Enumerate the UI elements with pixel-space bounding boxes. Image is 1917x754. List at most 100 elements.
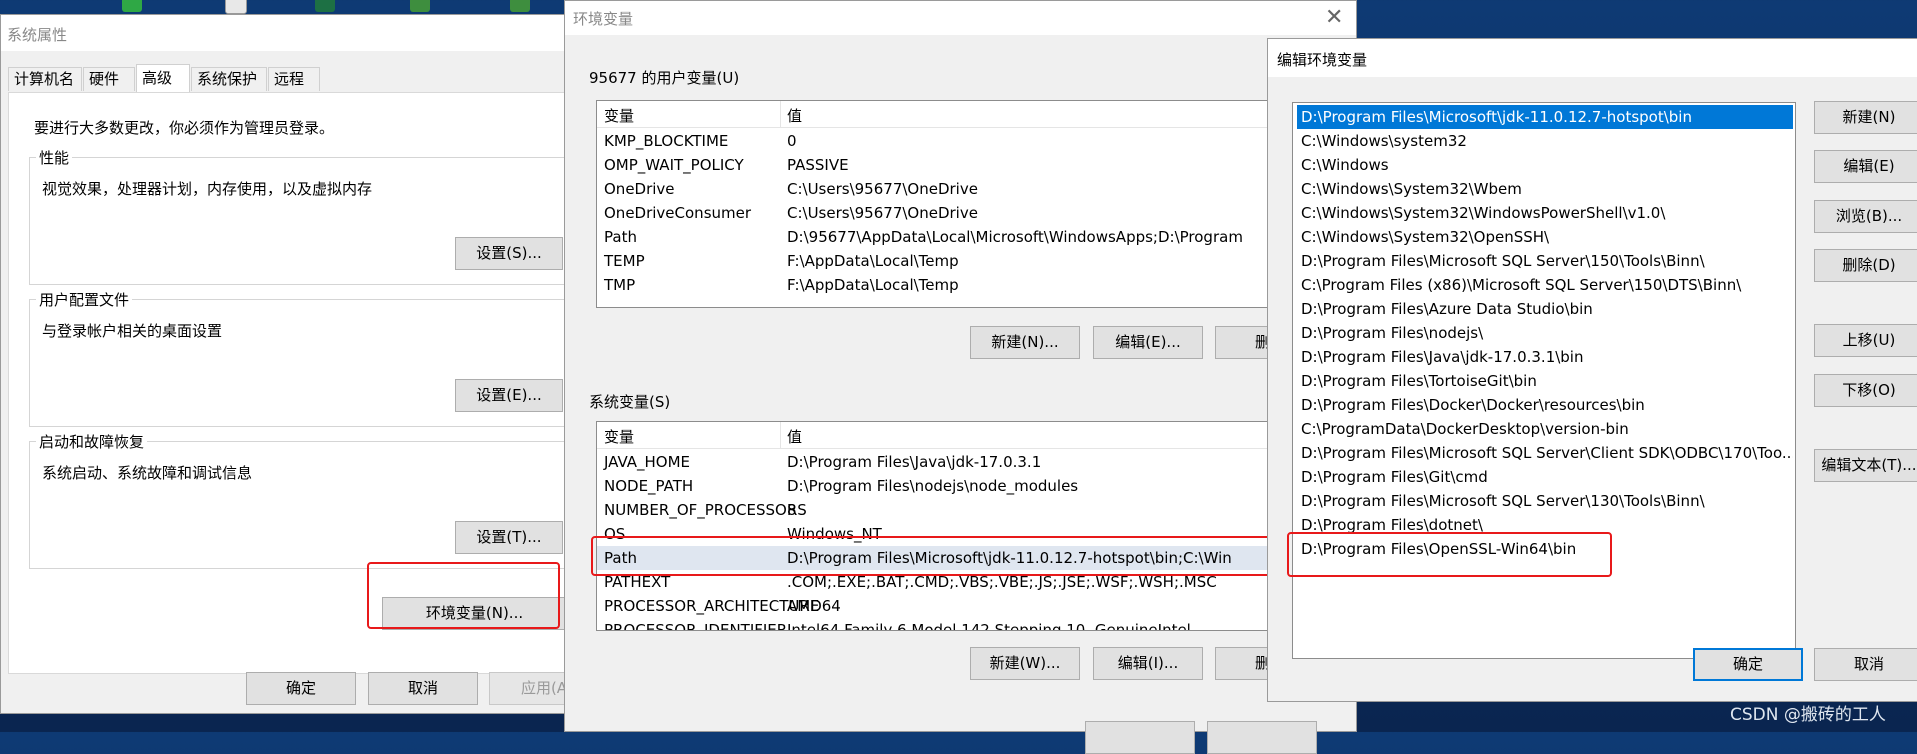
- tab-hardware[interactable]: 硬件: [83, 67, 135, 91]
- excel-icon: [315, 0, 335, 12]
- edit-env-title: 编辑环境变量: [1277, 51, 1368, 69]
- system-var-row[interactable]: PROCESSOR_IDENTIFIER Intel64 Family 6 Mod…: [597, 618, 1365, 631]
- variable-name: KMP_BLOCKTIME: [604, 132, 729, 150]
- user-new-button[interactable]: 新建(N)...: [970, 326, 1080, 359]
- checkmark-app-icon: [122, 0, 142, 12]
- user-var-row[interactable]: OneDrive C:\Users\95677\OneDrive: [597, 177, 1365, 201]
- path-entry[interactable]: D:\Program Files\Microsoft SQL Server\13…: [1297, 489, 1793, 513]
- variable-value: Intel64 Family 6 Model 142 Stepping 10, …: [787, 621, 1191, 631]
- user-var-row[interactable]: Path D:\95677\AppData\Local\Microsoft\Win…: [597, 225, 1365, 249]
- edit-env-titlebar[interactable]: 编辑环境变量: [1268, 39, 1917, 77]
- user-edit-button[interactable]: 编辑(E)...: [1093, 326, 1203, 359]
- cancel-button[interactable]: 取消: [368, 672, 478, 705]
- path-entry[interactable]: D:\Program Files\Java\jdk-17.0.3.1\bin: [1297, 345, 1793, 369]
- variable-value: 0: [787, 132, 797, 150]
- edit-delete-button[interactable]: 删除(D): [1814, 249, 1917, 282]
- env-ok-button[interactable]: [1085, 721, 1195, 754]
- path-entry[interactable]: D:\Program Files\Microsoft SQL Server\15…: [1297, 249, 1793, 273]
- variable-value: PASSIVE: [787, 156, 849, 174]
- sys-col-val-header[interactable]: 值: [787, 426, 802, 447]
- variable-name: NUMBER_OF_PROCESSORS: [604, 501, 807, 519]
- path-entry[interactable]: C:\Windows\system32: [1297, 129, 1793, 153]
- startup-settings-button[interactable]: 设置(T)...: [455, 521, 563, 554]
- performance-desc: 视觉效果，处理器计划，内存使用，以及虚拟内存: [42, 180, 373, 198]
- system-edit-button[interactable]: 编辑(I)...: [1093, 647, 1203, 680]
- col-separator: [780, 101, 781, 127]
- path-entry[interactable]: C:\Windows\System32\WindowsPowerShell\v1…: [1297, 201, 1793, 225]
- admin-note: 要进行大多数更改，你必须作为管理员登录。: [34, 119, 335, 137]
- system-properties-titlebar[interactable]: 系统属性: [1, 15, 565, 51]
- edit-ok-button[interactable]: 确定: [1693, 648, 1803, 681]
- path-entry[interactable]: C:\Program Files (x86)\Microsoft SQL Ser…: [1297, 273, 1793, 297]
- user-var-row[interactable]: KMP_BLOCKTIME 0: [597, 129, 1365, 153]
- user-profile-settings-button[interactable]: 设置(E)...: [455, 379, 563, 412]
- edit-text-button[interactable]: 编辑文本(T)...: [1814, 449, 1917, 482]
- user-profile-desc: 与登录帐户相关的桌面设置: [42, 322, 223, 340]
- system-var-row[interactable]: JAVA_HOME D:\Program Files\Java\jdk-17.0.…: [597, 450, 1365, 474]
- variable-value: 8: [787, 501, 797, 519]
- ok-button[interactable]: 确定: [246, 672, 356, 705]
- edit-edit-button[interactable]: 编辑(E): [1814, 150, 1917, 183]
- variable-value: F:\AppData\Local\Temp: [787, 252, 959, 270]
- performance-settings-button[interactable]: 设置(S)...: [455, 237, 563, 270]
- variable-name: NODE_PATH: [604, 477, 694, 495]
- edit-new-button[interactable]: 新建(N): [1814, 101, 1917, 134]
- path-entry[interactable]: D:\Program Files\nodejs\: [1297, 321, 1793, 345]
- window-title: 系统属性: [7, 26, 68, 44]
- system-var-row[interactable]: NODE_PATH D:\Program Files\nodejs\node_mo…: [597, 474, 1365, 498]
- tab-computer-name[interactable]: 计算机名: [8, 67, 82, 91]
- path-row-highlight: [591, 536, 1323, 576]
- env-cancel-button[interactable]: [1207, 721, 1317, 754]
- variable-name: JAVA_HOME: [604, 453, 691, 471]
- move-up-button[interactable]: 上移(U): [1814, 324, 1917, 357]
- path-entry[interactable]: D:\Program Files\Microsoft SQL Server\Cl…: [1297, 441, 1793, 465]
- edit-env-window: 编辑环境变量 D:\Program Files\Microsoft\jdk-11…: [1267, 38, 1917, 702]
- variable-value: D:\Program Files\Java\jdk-17.0.3.1: [787, 453, 1042, 471]
- path-entry[interactable]: D:\Program Files\TortoiseGit\bin: [1297, 369, 1793, 393]
- close-icon[interactable]: ✕: [1325, 7, 1343, 29]
- edit-cancel-button[interactable]: 取消: [1814, 648, 1917, 681]
- variable-name: TMP: [604, 276, 636, 294]
- path-entry[interactable]: C:\Windows\System32\Wbem: [1297, 177, 1793, 201]
- edit-browse-button[interactable]: 浏览(B)...: [1814, 200, 1917, 233]
- variable-value: C:\Users\95677\OneDrive: [787, 204, 978, 222]
- path-entry[interactable]: C:\ProgramData\DockerDesktop\version-bin: [1297, 417, 1793, 441]
- startup-recovery-group: 启动和故障恢复 系统启动、系统故障和调试信息 设置(T)...: [29, 431, 574, 569]
- col-val-header[interactable]: 值: [787, 105, 802, 126]
- path-entry[interactable]: C:\Windows: [1297, 153, 1793, 177]
- system-var-row[interactable]: PROCESSOR_ARCHITECTURE AMD64: [597, 594, 1365, 618]
- user-vars-header: 变量 值: [597, 101, 1365, 128]
- user-var-row[interactable]: TEMP F:\AppData\Local\Temp: [597, 249, 1365, 273]
- path-entry[interactable]: D:\Program Files\Azure Data Studio\bin: [1297, 297, 1793, 321]
- performance-label: 性能: [36, 147, 73, 168]
- user-var-row[interactable]: TMP F:\AppData\Local\Temp: [597, 273, 1365, 297]
- path-entry[interactable]: D:\Program Files\Microsoft\jdk-11.0.12.7…: [1297, 105, 1793, 129]
- tab-system-protection[interactable]: 系统保护: [191, 67, 267, 91]
- user-var-row[interactable]: OMP_WAIT_POLICY PASSIVE: [597, 153, 1365, 177]
- path-entry[interactable]: C:\Windows\System32\OpenSSH\: [1297, 225, 1793, 249]
- tab-advanced[interactable]: 高级: [136, 64, 190, 92]
- variable-value: AMD64: [787, 597, 841, 615]
- variable-value: C:\Users\95677\OneDrive: [787, 180, 978, 198]
- system-var-row[interactable]: NUMBER_OF_PROCESSORS 8: [597, 498, 1365, 522]
- environment-variables-window: 环境变量 ✕ 95677 的用户变量(U) 变量 值 KMP_BLOCKTIME…: [564, 0, 1366, 754]
- user-profile-label: 用户配置文件: [36, 289, 133, 310]
- path-entry[interactable]: D:\Program Files\Docker\Docker\resources…: [1297, 393, 1793, 417]
- system-vars-label: 系统变量(S): [589, 393, 671, 411]
- user-vars-list[interactable]: 变量 值 KMP_BLOCKTIME 0 OMP_WAIT_POLICY PASSIV…: [596, 100, 1366, 308]
- user-profile-group: 用户配置文件 与登录帐户相关的桌面设置 设置(E)...: [29, 289, 574, 427]
- tab-remote[interactable]: 远程: [268, 67, 320, 91]
- col-var-header[interactable]: 变量: [604, 105, 634, 126]
- variable-value: D:\Program Files\nodejs\node_modules: [787, 477, 1079, 495]
- document-icon: [225, 0, 247, 14]
- sys-col-var-header[interactable]: 变量: [604, 426, 634, 447]
- startup-recovery-desc: 系统启动、系统故障和调试信息: [42, 464, 253, 482]
- user-var-row[interactable]: OneDriveConsumer C:\Users\95677\OneDrive: [597, 201, 1365, 225]
- system-vars-list[interactable]: 变量 值 JAVA_HOME D:\Program Files\Java\jdk-…: [596, 421, 1366, 631]
- openssl-entry-highlight: [1287, 532, 1612, 577]
- desktop-icons-strip: [0, 0, 560, 14]
- path-entry[interactable]: D:\Program Files\Git\cmd: [1297, 465, 1793, 489]
- env-titlebar[interactable]: 环境变量 ✕: [565, 1, 1356, 35]
- system-new-button[interactable]: 新建(W)...: [970, 647, 1080, 680]
- move-down-button[interactable]: 下移(O): [1814, 374, 1917, 407]
